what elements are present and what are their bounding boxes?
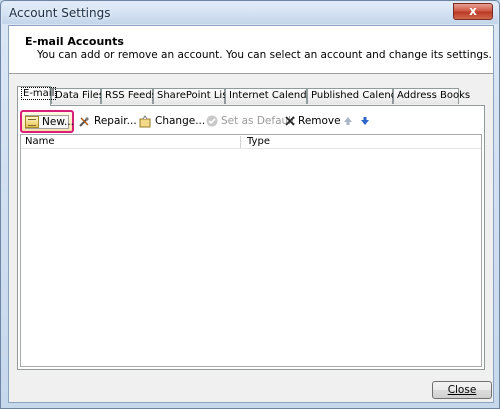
close-button-label: Close (447, 384, 477, 396)
tab-address-books[interactable]: Address Books (393, 88, 470, 104)
column-header-name[interactable]: Name (25, 135, 55, 148)
tab-rss-feeds[interactable]: RSS Feeds (101, 88, 157, 104)
tab-email-label: E-mail (21, 87, 57, 100)
new-button-content: New... (25, 113, 74, 133)
window-title: Account Settings (9, 6, 111, 20)
arrow-down-icon (361, 117, 369, 125)
tab-sharepoint-lists[interactable]: SharePoint Lists (153, 88, 237, 104)
tab-data-files[interactable]: Data Files (51, 88, 104, 104)
header-title: E-mail Accounts (25, 35, 124, 48)
tab-internet-calendars[interactable]: Internet Calendars (225, 88, 322, 104)
remove-button-label: Remove (298, 115, 341, 127)
column-header-type[interactable]: Type (247, 135, 270, 148)
window-close-button[interactable]: x (453, 3, 493, 20)
repair-button[interactable]: Repair... (78, 112, 137, 132)
set-as-default-button[interactable]: Set as Default (206, 112, 295, 132)
close-button[interactable]: Close (432, 381, 492, 399)
new-account-button[interactable]: New... (20, 110, 74, 133)
dialog-client-area: E-mail Accounts You can add or remove an… (8, 25, 494, 403)
account-toolbar: New... Repair... Change... Set as Defaul… (18, 110, 484, 134)
header-description: You can add or remove an account. You ca… (37, 49, 492, 61)
tab-email[interactable]: E-mail (17, 86, 57, 106)
change-button-label: Change... (155, 115, 206, 127)
email-tab-panel: New... Repair... Change... Set as Defaul… (17, 105, 485, 370)
change-account-icon (139, 114, 151, 127)
move-down-button[interactable] (360, 112, 370, 132)
arrow-up-icon (344, 117, 352, 125)
title-bar[interactable]: Account Settings x (2, 2, 498, 24)
tab-published-calendars[interactable]: Published Calendars (307, 88, 413, 104)
new-button-label: New... (42, 116, 74, 128)
column-divider[interactable] (240, 136, 241, 148)
new-account-icon (25, 116, 39, 128)
repair-tools-icon (79, 116, 89, 127)
accounts-list-header: Name Type (21, 135, 481, 149)
repair-button-label: Repair... (94, 115, 137, 127)
move-up-button[interactable] (343, 112, 353, 132)
dialog-header: E-mail Accounts You can add or remove an… (9, 26, 493, 74)
account-settings-window: Account Settings x E-mail Accounts You c… (0, 0, 500, 409)
checkmark-circle-icon (206, 115, 218, 127)
accounts-list[interactable]: Name Type (20, 134, 482, 367)
remove-button[interactable]: Remove (285, 112, 341, 132)
change-button[interactable]: Change... (139, 112, 205, 132)
remove-x-icon (285, 116, 295, 126)
